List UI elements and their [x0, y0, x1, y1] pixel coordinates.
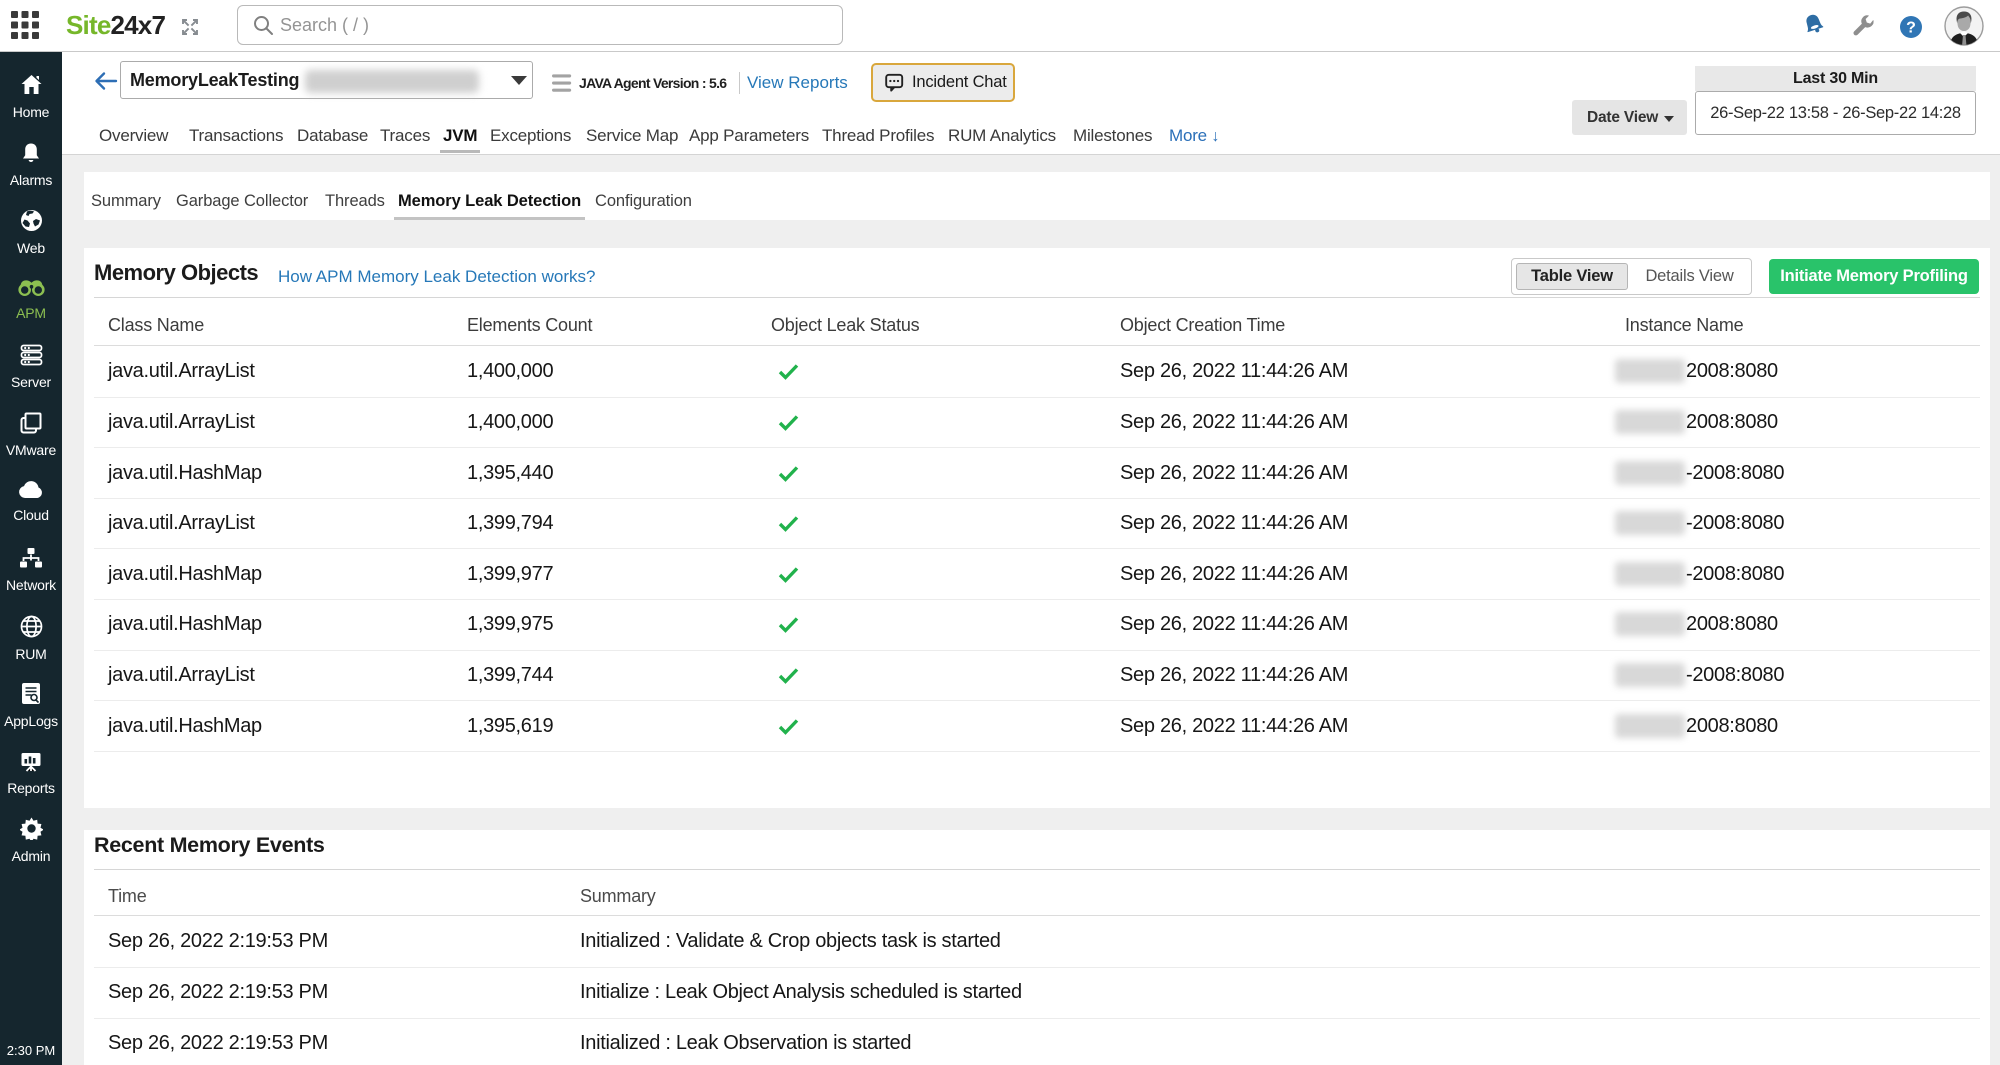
svg-text:?: ?: [1906, 20, 1916, 37]
